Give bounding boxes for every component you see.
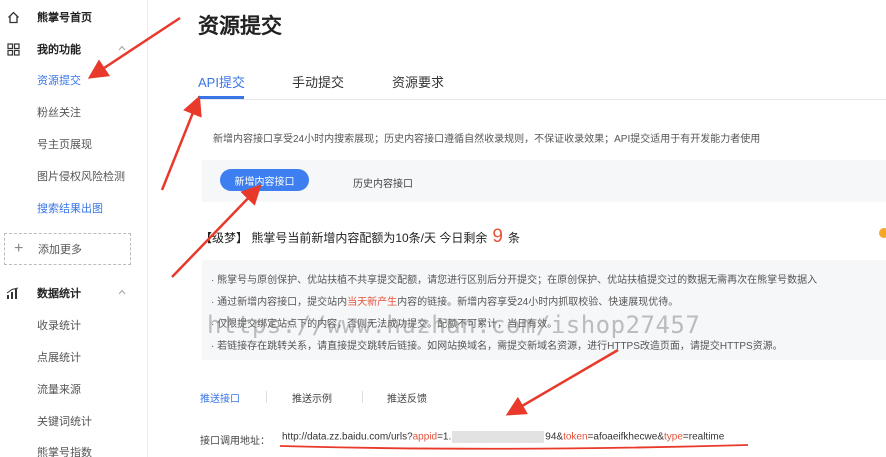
tab-resource-requirements[interactable]: 资源要求 <box>392 72 444 91</box>
tabs-divider <box>198 99 886 100</box>
sidebar-section-data-stats[interactable]: 数据统计 <box>0 281 148 305</box>
subtab-history-content[interactable]: 历史内容接口 <box>353 175 413 190</box>
api-url[interactable]: http://data.zz.baidu.com/urls?appid=1. 94… <box>282 431 724 443</box>
watermark-text: https://www.huzhan.com/ishop27457 <box>207 311 701 339</box>
sidebar-item-image-risk[interactable]: 图片侵权风险检测 <box>0 164 148 188</box>
info-line: · 熊掌号与原创保护、优站扶植不共享提交配额，请您进行区别后分开提交；在原创保护… <box>211 275 818 286</box>
quota-unit: 条 <box>507 231 520 245</box>
sidebar-item-homepage-display[interactable]: 号主页展现 <box>0 132 148 156</box>
redacted-block <box>452 431 545 443</box>
quota-line: 【级梦】 熊掌号当前新增内容配额为10条/天 今日剩余 9 条 <box>200 226 520 248</box>
subnav-push-example[interactable]: 推送示例 <box>292 390 332 405</box>
help-icon[interactable] <box>879 228 886 238</box>
sidebar-item-index-stats[interactable]: 收录统计 <box>0 313 148 337</box>
sidebar-section-my-functions[interactable]: 我的功能 <box>0 37 148 61</box>
chevron-up-icon[interactable] <box>118 44 126 52</box>
home-icon <box>6 10 20 24</box>
tab-api-submit[interactable]: API提交 <box>198 72 245 91</box>
info-line: · 若链接存在跳转关系，请直接提交跳转后链接。如网站换域名，需提交新域名资源，进… <box>211 341 783 352</box>
sidebar-item-resource-submit[interactable]: 资源提交 <box>0 68 148 92</box>
notice-text: 新增内容接口享受24小时内搜索展现；历史内容接口遵循自然收录规则，不保证收录效果… <box>213 134 761 145</box>
annotation-arrow <box>160 95 202 191</box>
info-line: · 通过新增内容接口，提交站内当天新产生内容的链接。新增内容享受24小时内抓取校… <box>211 297 679 308</box>
sidebar-item-xzh-index[interactable]: 熊掌号指数 <box>0 440 148 457</box>
sidebar-item-click-stats[interactable]: 点展统计 <box>0 345 148 369</box>
sidebar-item-search-images[interactable]: 搜索结果出图 <box>0 196 148 220</box>
sidebar-item-traffic-source[interactable]: 流量来源 <box>0 377 148 401</box>
grid-icon <box>6 42 20 56</box>
sidebar-item-fans[interactable]: 粉丝关注 <box>0 100 148 124</box>
add-more-button[interactable]: + 添加更多 <box>4 233 131 265</box>
plus-icon: + <box>14 240 24 257</box>
subnav-push-interface[interactable]: 推送接口 <box>200 390 240 405</box>
sidebar-item-label: 熊掌号首页 <box>37 12 92 24</box>
api-address-label: 接口调用地址： <box>200 436 270 447</box>
quota-remaining: 9 <box>492 226 503 247</box>
chevron-up-icon[interactable] <box>118 288 126 296</box>
sidebar-item-keyword-stats[interactable]: 关键词统计 <box>0 409 148 433</box>
subtab-new-content[interactable]: 新增内容接口 <box>220 169 309 191</box>
annotation-underline <box>279 444 749 450</box>
sidebar-item-home[interactable]: 熊掌号首页 <box>0 5 148 29</box>
divider <box>266 391 267 403</box>
divider <box>362 391 363 403</box>
tab-manual-submit[interactable]: 手动提交 <box>292 72 344 91</box>
page-title: 资源提交 <box>198 15 282 38</box>
quota-text: 【级梦】 熊掌号当前新增内容配额为10条/天 今日剩余 <box>200 231 488 245</box>
bar-chart-icon <box>6 286 20 300</box>
subnav-push-feedback[interactable]: 推送反馈 <box>387 390 427 405</box>
sidebar: 熊掌号首页 我的功能 资源提交 粉丝关注 号主页展现 图片侵权风险检测 搜索结果… <box>0 0 148 457</box>
sidebar-section-label: 我的功能 <box>37 44 81 56</box>
